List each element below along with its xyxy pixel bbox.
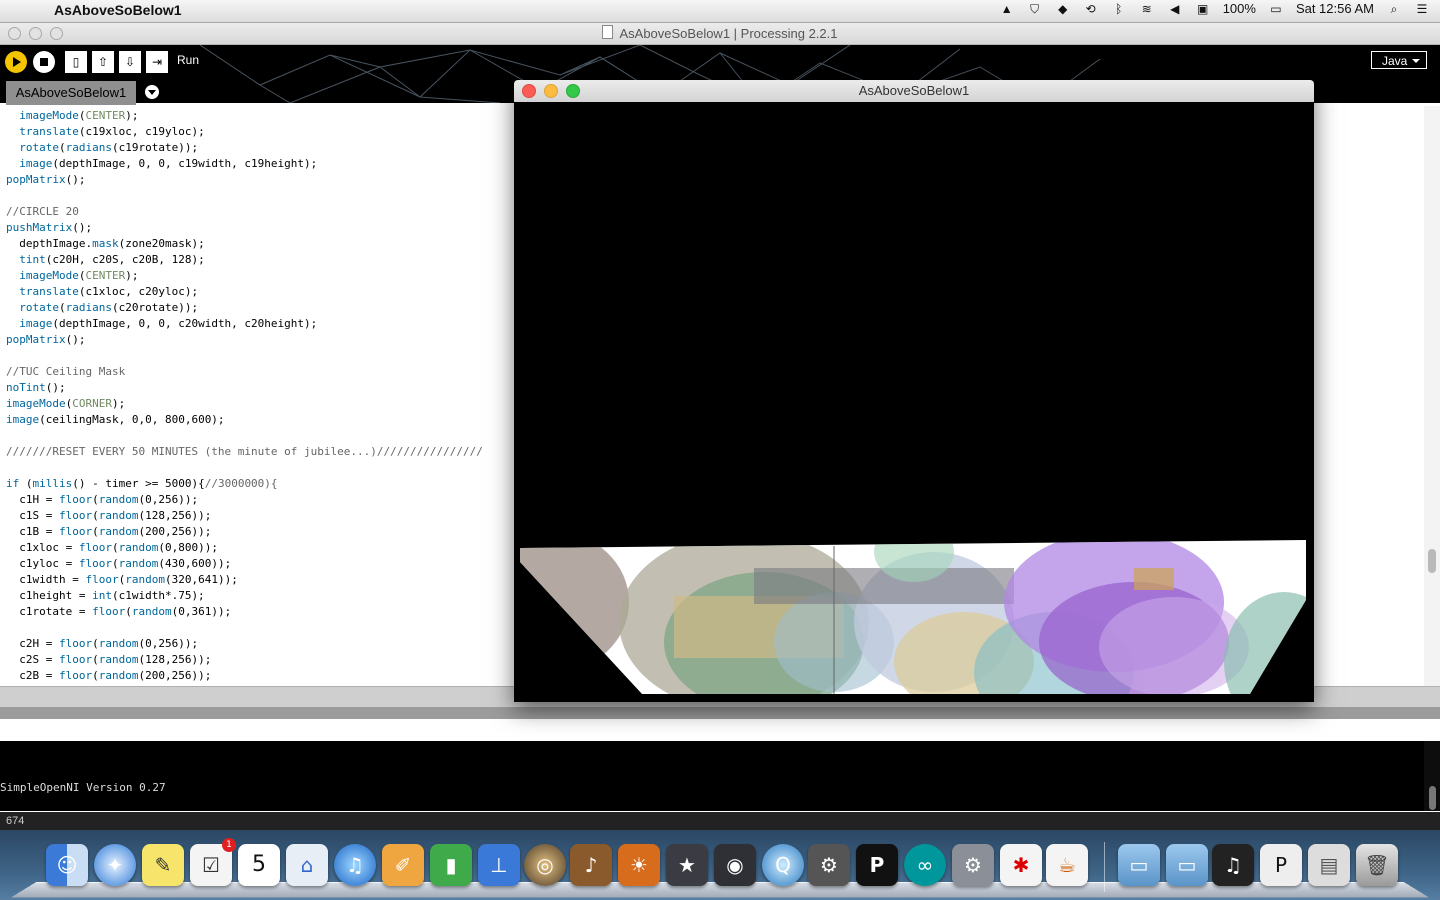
folder-icon[interactable]: ▭	[1118, 844, 1160, 886]
window-controls	[8, 27, 63, 40]
zoom-button[interactable]	[50, 27, 63, 40]
editor-scroll-thumb[interactable]	[1428, 549, 1436, 573]
bluetooth-icon[interactable]: ᛒ	[1111, 2, 1127, 16]
sketch-title: AsAboveSoBelow1	[858, 83, 970, 98]
music-icon[interactable]: ♫	[1212, 844, 1254, 886]
imovie-icon[interactable]: ★	[666, 844, 708, 886]
run-button[interactable]	[5, 51, 27, 73]
volume-icon[interactable]: ◀	[1167, 2, 1183, 16]
time-machine-icon[interactable]: ⟲	[1083, 2, 1099, 16]
console-output: SimpleOpenNI Version 0.27	[0, 781, 166, 794]
save-arrow-icon: ⇩	[124, 55, 136, 69]
itunes-icon[interactable]: ♫	[334, 844, 376, 886]
window-title: AsAboveSoBelow1 | Processing 2.2.1	[619, 26, 838, 41]
numbers-icon[interactable]: ▮	[430, 844, 472, 886]
keynote-icon[interactable]: ⊥	[478, 844, 520, 886]
new-file-icon: ▯	[72, 55, 80, 69]
toolbar-status-label: Run	[177, 53, 200, 67]
editor-scrollbar[interactable]	[1424, 106, 1440, 686]
iphoto-icon[interactable]: ☀	[618, 844, 660, 886]
mode-label: Java	[1382, 54, 1408, 68]
flux-icon[interactable]: ▲	[999, 2, 1015, 16]
minimize-button[interactable]	[29, 27, 42, 40]
battery-percent[interactable]: 100%	[1223, 1, 1256, 16]
reminders-icon[interactable]: ☑ 1	[190, 838, 236, 886]
console-scroll-thumb[interactable]	[1429, 786, 1436, 810]
console-divider[interactable]	[0, 707, 1440, 719]
app-menu[interactable]: AsAboveSoBelow1	[54, 2, 182, 18]
aperture-icon[interactable]: ◎	[524, 844, 566, 886]
export-arrow-icon: ⇥	[151, 55, 163, 69]
dock-separator	[1104, 842, 1105, 892]
menubar: AsAboveSoBelow1 ▲ ⛉ ◆ ⟲ ᛒ ≋ ◀ ▣ 100% ▭ S…	[0, 0, 1440, 23]
stop-button[interactable]	[33, 51, 55, 73]
notification-center-icon[interactable]: ☰	[1414, 2, 1430, 16]
open-button[interactable]: ⇧	[92, 51, 114, 73]
tab-asabovesobelow1[interactable]: AsAboveSoBelow1	[6, 81, 136, 105]
sketch-render	[520, 540, 1306, 694]
export-button[interactable]: ⇥	[146, 51, 168, 73]
mode-selector[interactable]: Java	[1371, 51, 1427, 69]
sketch-window[interactable]: AsAboveSoBelow1	[514, 80, 1314, 702]
line-number: 674	[0, 812, 1440, 830]
window-titlebar[interactable]: AsAboveSoBelow1 | Processing 2.2.1	[0, 23, 1440, 45]
processing-icon[interactable]: P	[856, 844, 898, 886]
sketch-zoom-button[interactable]	[566, 84, 580, 98]
stickies-icon[interactable]: ✎	[142, 844, 184, 886]
dropbox-icon[interactable]: ◆	[1055, 2, 1071, 16]
sketch-minimize-button[interactable]	[544, 84, 558, 98]
processing-doc-icon[interactable]: P	[1260, 844, 1302, 886]
sketch-titlebar[interactable]: AsAboveSoBelow1	[514, 80, 1314, 103]
wifi-icon[interactable]: ≋	[1139, 2, 1155, 16]
dock: ☺ ✦ ✎ ☑ 1 5 ⌂ ♫ ✐ ▮ ⊥ ◎ ♪ ☀ ★ ◉ Q ⚙ P ∞ ⚙…	[0, 830, 1440, 900]
save-button[interactable]: ⇩	[119, 51, 141, 73]
clock[interactable]: Sat 12:56 AM	[1296, 1, 1374, 16]
open-arrow-icon: ⇧	[97, 55, 109, 69]
document-icon	[602, 25, 614, 39]
menubar-extras: ▲ ⛉ ◆ ⟲ ᛒ ≋ ◀ ▣ 100% ▭ Sat 12:56 AM ⌕ ☰	[999, 1, 1430, 16]
shield-icon[interactable]: ⛉	[1027, 2, 1043, 16]
battery-icon[interactable]: ▭	[1268, 2, 1284, 16]
pages-icon[interactable]: ✐	[382, 844, 424, 886]
documents-icon[interactable]: ▤	[1308, 844, 1350, 886]
new-button[interactable]: ▯	[65, 51, 87, 73]
sketch-canvas[interactable]	[514, 102, 1314, 702]
system-preferences-icon[interactable]: ⚙	[952, 844, 994, 886]
tab-menu-button[interactable]	[145, 85, 159, 99]
finder-icon[interactable]: ☺	[46, 844, 88, 886]
java-icon[interactable]: ☕	[1046, 844, 1088, 886]
acrobat-icon[interactable]: ✱	[1000, 844, 1042, 886]
disk-utility-icon[interactable]: ⚙	[808, 844, 850, 886]
console[interactable]: SimpleOpenNI Version 0.27	[0, 741, 1424, 811]
quicktime-icon[interactable]: Q	[762, 844, 804, 886]
sketch-window-controls	[522, 84, 580, 98]
console-scrollbar[interactable]	[1424, 741, 1440, 811]
downloads-icon[interactable]: ▭	[1166, 844, 1208, 886]
screen-icon[interactable]: ▣	[1195, 2, 1211, 16]
trash-icon[interactable]: 🗑	[1356, 844, 1398, 886]
calendar-icon[interactable]: 5	[238, 844, 280, 886]
close-button[interactable]	[8, 27, 21, 40]
spotlight-icon[interactable]: ⌕	[1386, 2, 1402, 16]
preview-icon[interactable]: ⌂	[286, 844, 328, 886]
final-cut-icon[interactable]: ◉	[714, 844, 756, 886]
safari-icon[interactable]: ✦	[94, 844, 136, 886]
sketch-close-button[interactable]	[522, 84, 536, 98]
garageband-icon[interactable]: ♪	[570, 844, 612, 886]
reminders-badge: 1	[222, 838, 236, 852]
chevron-down-icon	[1412, 59, 1420, 63]
arduino-icon[interactable]: ∞	[904, 844, 946, 886]
